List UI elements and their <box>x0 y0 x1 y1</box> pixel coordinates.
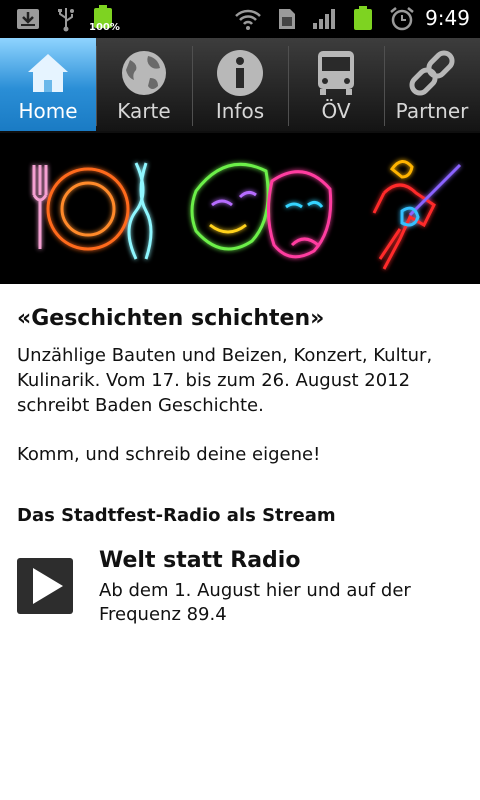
tab-infos-label: Infos <box>215 99 265 123</box>
tab-home-label: Home <box>18 99 78 123</box>
tab-infos[interactable]: Infos <box>192 38 288 131</box>
wifi-icon <box>235 9 261 30</box>
tab-oev[interactable]: ÖV <box>288 38 384 131</box>
tab-oev-label: ÖV <box>321 99 351 123</box>
call-to-action-text: Komm, und schreib deine eigene! <box>17 444 321 465</box>
radio-player: Welt statt Radio Ab dem 1. August hier u… <box>17 548 467 638</box>
info-icon <box>217 50 263 96</box>
download-icon <box>17 9 39 29</box>
main-content: «Geschichten schichten» Unzählige Bauten… <box>17 306 467 526</box>
tab-partner-label: Partner <box>395 99 469 123</box>
neon-theatre-masks <box>190 162 333 259</box>
status-bar: 100% 9:49 <box>0 0 480 38</box>
stream-section-title: Das Stadtfest-Radio als Stream <box>17 505 336 526</box>
neon-banner <box>0 133 480 284</box>
play-button[interactable] <box>17 558 73 614</box>
tab-karte[interactable]: Karte <box>96 38 192 131</box>
battery-icon <box>354 6 372 30</box>
signal-icon <box>313 9 335 29</box>
globe-icon <box>122 51 166 95</box>
battery-percent-label: 100% <box>89 22 120 33</box>
bus-icon <box>318 51 354 95</box>
neon-plate-cutlery <box>32 162 153 260</box>
tab-karte-label: Karte <box>117 99 171 123</box>
intro-paragraph: Unzählige Bauten und Beizen, Konzert, Ku… <box>17 345 433 416</box>
tab-partner[interactable]: Partner <box>384 38 480 131</box>
status-time: 9:49 <box>425 6 470 30</box>
sim-icon <box>279 9 295 29</box>
alarm-icon <box>390 7 414 31</box>
radio-title: Welt statt Radio <box>99 548 301 573</box>
play-icon <box>33 568 63 604</box>
usb-icon <box>58 8 74 32</box>
neon-guitar-player <box>372 160 462 270</box>
radio-subtitle: Ab dem 1. August hier und auf der Freque… <box>99 580 411 625</box>
tab-home[interactable]: Home <box>0 38 96 131</box>
home-icon <box>28 54 68 92</box>
tab-bar: Home Karte Infos ÖV Partner <box>0 38 480 133</box>
page-title: «Geschichten schichten» <box>17 306 325 331</box>
link-icon <box>409 50 455 96</box>
